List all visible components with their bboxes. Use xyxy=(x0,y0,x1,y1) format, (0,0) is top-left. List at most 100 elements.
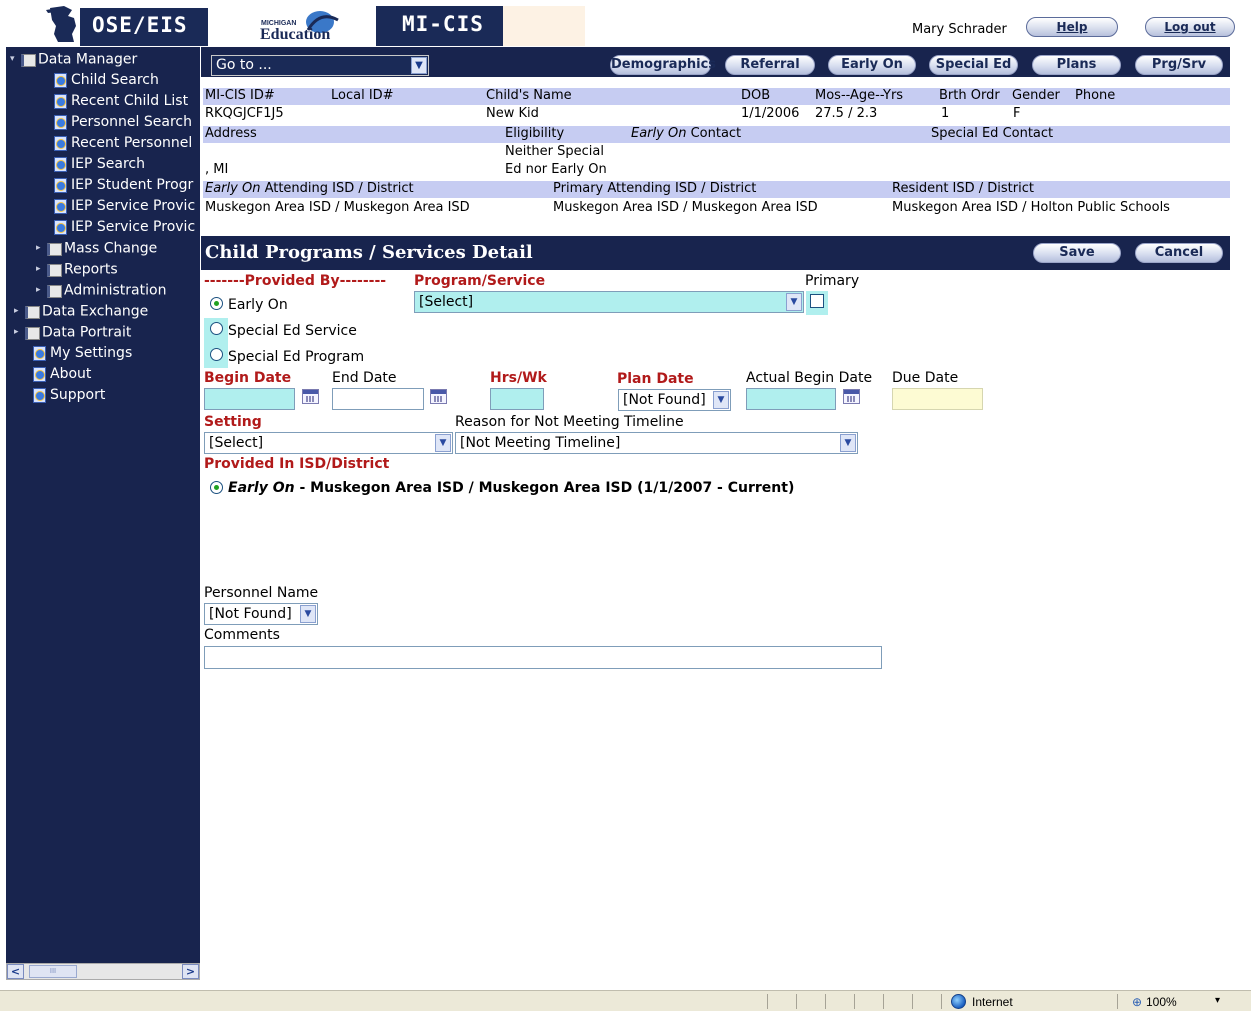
personnel-name-select[interactable]: [Not Found] ▼ xyxy=(204,603,318,625)
radio-early-on[interactable] xyxy=(210,297,223,310)
plan-date-select[interactable]: [Not Found] ▼ xyxy=(618,389,731,411)
web-page-icon xyxy=(32,367,46,382)
scroll-left-icon[interactable]: < xyxy=(7,964,24,979)
sidebar-item-iep-service-provider-1[interactable]: IEP Service Provic xyxy=(53,196,195,217)
hrs-wk-input[interactable] xyxy=(490,388,544,410)
gender-header: Gender xyxy=(1012,88,1060,103)
zoom-icon[interactable]: ⊕ xyxy=(1132,995,1142,1009)
resident-value: Muskegon Area ISD / Holton Public School… xyxy=(892,200,1170,215)
expand-icon[interactable]: ▸ xyxy=(36,238,46,259)
brand-title: OSE/EIS xyxy=(92,13,188,37)
sidebar-item-my-settings[interactable]: My Settings xyxy=(32,343,132,364)
prg-srv-button[interactable]: Prg/Srv xyxy=(1135,55,1223,75)
sidebar-item-label: Data Manager xyxy=(38,51,138,68)
sidebar-item-personnel-search[interactable]: Personnel Search xyxy=(53,112,192,133)
collapse-icon[interactable]: ▾ xyxy=(10,49,20,70)
status-divider xyxy=(912,994,913,1009)
sidebar-item-label: Recent Personnel xyxy=(71,135,193,151)
address-header: Address xyxy=(205,126,257,141)
expand-icon[interactable]: ▸ xyxy=(14,322,24,343)
begin-date-input[interactable] xyxy=(204,388,295,410)
header-accent-block xyxy=(503,6,585,46)
early-on-button[interactable]: Early On xyxy=(828,55,916,75)
sidebar-item-iep-student-progress[interactable]: IEP Student Progr xyxy=(53,175,193,196)
security-zone-text: Internet xyxy=(972,995,1013,1009)
app-name: MI-CIS xyxy=(402,12,484,36)
demographics-button[interactable]: Demographics xyxy=(610,55,716,75)
primary-checkbox[interactable] xyxy=(810,294,824,308)
internet-globe-icon xyxy=(951,994,966,1009)
comments-input[interactable] xyxy=(204,646,882,669)
referral-button[interactable]: Referral xyxy=(725,55,815,75)
calendar-icon[interactable] xyxy=(430,389,447,404)
radio-provided-in-district[interactable] xyxy=(210,481,223,494)
web-page-icon xyxy=(53,199,67,214)
plans-button[interactable]: Plans xyxy=(1032,55,1121,75)
chevron-down-icon[interactable]: ▼ xyxy=(435,434,451,452)
folder-book-icon xyxy=(46,263,62,277)
sidebar-horizontal-scrollbar[interactable]: < III > xyxy=(6,963,200,980)
status-divider xyxy=(825,994,826,1009)
sidebar-item-label: My Settings xyxy=(50,345,133,361)
reason-select[interactable]: [Not Meeting Timeline] ▼ xyxy=(455,432,858,454)
contact-text: Contact xyxy=(690,126,742,141)
sidebar-item-recent-personnel[interactable]: Recent Personnel xyxy=(53,133,192,154)
cancel-button[interactable]: Cancel xyxy=(1135,243,1223,263)
scroll-right-icon[interactable]: > xyxy=(182,964,199,979)
radio-special-ed-service[interactable] xyxy=(210,322,223,335)
chevron-down-icon[interactable]: ▼ xyxy=(411,57,427,74)
sidebar-item-child-search[interactable]: Child Search xyxy=(53,70,159,91)
special-ed-button[interactable]: Special Ed xyxy=(929,55,1018,75)
sidebar-item-mass-change[interactable]: ▸ Mass Change xyxy=(36,238,157,259)
sidebar-item-iep-service-provider-2[interactable]: IEP Service Provic xyxy=(53,217,195,238)
radio-special-ed-service-label: Special Ed Service xyxy=(228,323,357,339)
sidebar-item-about[interactable]: About xyxy=(32,364,91,385)
sidebar-item-administration[interactable]: ▸ Administration xyxy=(36,280,166,301)
early-on-italic: Early On xyxy=(631,126,687,141)
program-service-value: [Select] xyxy=(419,294,474,310)
zoom-dropdown-icon[interactable]: ▾ xyxy=(1215,995,1220,1006)
expand-icon[interactable]: ▸ xyxy=(14,301,24,322)
due-date-input[interactable] xyxy=(892,388,983,410)
provided-in-label: Provided In ISD/District xyxy=(204,456,390,472)
calendar-icon[interactable] xyxy=(302,389,319,404)
provided-by-label: -------Provided By-------- xyxy=(204,273,387,289)
expand-icon[interactable]: ▸ xyxy=(36,259,46,280)
chevron-down-icon[interactable]: ▼ xyxy=(300,605,316,623)
folder-book-icon xyxy=(46,242,62,256)
chevron-down-icon[interactable]: ▼ xyxy=(713,391,729,409)
radio-special-ed-program[interactable] xyxy=(210,348,223,361)
sidebar-item-label: IEP Search xyxy=(71,156,145,172)
sidebar-item-data-manager[interactable]: ▾ Data Manager xyxy=(10,49,137,70)
sidebar-item-label: Data Portrait xyxy=(42,324,132,341)
sidebar-item-data-portrait[interactable]: ▸ Data Portrait xyxy=(14,322,131,343)
expand-icon[interactable]: ▸ xyxy=(36,280,46,301)
sidebar-item-recent-child-list[interactable]: Recent Child List xyxy=(53,91,188,112)
sidebar-item-iep-search[interactable]: IEP Search xyxy=(53,154,145,175)
web-page-icon xyxy=(53,94,67,109)
setting-select[interactable]: [Select] ▼ xyxy=(204,432,453,454)
sidebar-item-support[interactable]: Support xyxy=(32,385,105,406)
attending-value: Muskegon Area ISD / Muskegon Area ISD xyxy=(205,200,470,215)
web-page-icon xyxy=(53,178,67,193)
child-name-header: Child's Name xyxy=(486,88,572,103)
sidebar-item-label: IEP Student Progr xyxy=(71,177,194,193)
goto-select[interactable]: Go to ... ▼ xyxy=(211,55,429,76)
save-button[interactable]: Save xyxy=(1033,243,1121,263)
chevron-down-icon[interactable]: ▼ xyxy=(840,434,856,452)
early-on-attending-header: Early On Attending ISD / District xyxy=(205,181,414,197)
end-date-input[interactable] xyxy=(332,388,424,410)
calendar-icon[interactable] xyxy=(843,389,860,404)
program-service-select[interactable]: [Select] ▼ xyxy=(414,291,804,313)
actual-begin-date-input[interactable] xyxy=(746,388,836,410)
sidebar-item-label: Child Search xyxy=(71,72,159,88)
help-button[interactable]: Help xyxy=(1026,17,1118,37)
gender-value: F xyxy=(1013,106,1021,121)
sidebar-item-reports[interactable]: ▸ Reports xyxy=(36,259,118,280)
status-divider xyxy=(883,994,884,1009)
scrollbar-thumb[interactable]: III xyxy=(29,965,77,978)
sidebar-item-data-exchange[interactable]: ▸ Data Exchange xyxy=(14,301,148,322)
zoom-level[interactable]: 100% xyxy=(1146,995,1177,1009)
chevron-down-icon[interactable]: ▼ xyxy=(786,293,802,311)
logout-button[interactable]: Log out xyxy=(1145,17,1235,37)
